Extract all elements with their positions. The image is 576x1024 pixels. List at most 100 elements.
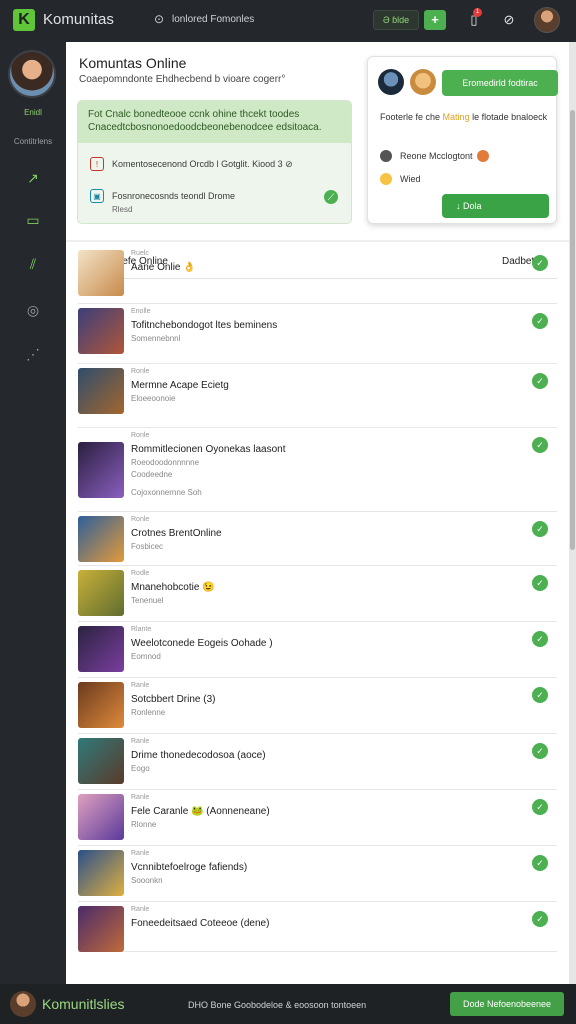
folder-icon: ▣: [90, 189, 104, 203]
game-row[interactable]: Ranle Fele Caranle 🐸 (Aonneneane) Rlonne ✓: [78, 790, 557, 846]
link-icon[interactable]: ⟋: [324, 190, 338, 204]
game-meta: Eloeeoonoie: [131, 394, 176, 403]
sidebar: Enidl Contitrlens ↗ ▭ ⫽ ◎ ⋰: [0, 42, 66, 984]
footer-avatar[interactable]: [10, 991, 36, 1017]
game-thumbnail[interactable]: [78, 850, 124, 896]
game-meta: Somennebnnl: [131, 334, 181, 343]
game-title[interactable]: Tofitnchebondogot ltes beminens: [131, 320, 277, 331]
friend-avatar[interactable]: [378, 69, 404, 95]
game-thumbnail[interactable]: [78, 308, 124, 354]
info-card: Fot Cnalc bonedteooe ccnk ohine thcekt t…: [77, 100, 352, 224]
game-meta: Sooonkn: [131, 876, 163, 885]
game-thumbnail[interactable]: [78, 570, 124, 616]
people-icon[interactable]: ⫽: [18, 254, 48, 274]
online-check-icon[interactable]: ✓: [532, 743, 548, 759]
game-row[interactable]: Enolle Tofitnchebondogot ltes beminens Som…: [78, 304, 557, 364]
game-title[interactable]: Drime thonedecodosoa (aoce): [131, 750, 266, 761]
online-check-icon[interactable]: ✓: [532, 799, 548, 815]
online-check-icon[interactable]: ✓: [532, 911, 548, 927]
game-title[interactable]: Foneedeitsaed Coteeoe (dene): [131, 918, 269, 929]
notification-badge: 1: [473, 8, 482, 17]
game-title[interactable]: Crotnes BrentOnline: [131, 528, 222, 539]
scrollbar-thumb[interactable]: [570, 110, 575, 550]
game-title[interactable]: Weelotconede Eogeis Oohade ): [131, 638, 273, 649]
game-row[interactable]: Ronle Mermne Acape Ecietg Eloeeoonoie ✓: [78, 364, 557, 428]
game-row[interactable]: Ranle Sotcbbert Drine (3) Ronlenne ✓: [78, 678, 557, 734]
user-avatar[interactable]: [534, 7, 560, 33]
main-content: Komuntas Online Coaepomndonte Ehdhecbend…: [66, 42, 569, 984]
game-title[interactable]: Fele Caranle 🐸 (Aonneneane): [131, 806, 270, 817]
friend-card-text: Footerle fe che Mating le flotade bnaloe…: [380, 112, 548, 122]
app-logo[interactable]: K: [13, 9, 35, 31]
game-tag: Rodle: [131, 570, 150, 577]
game-thumbnail[interactable]: [78, 794, 124, 840]
game-title[interactable]: Sotcbbert Drine (3): [131, 694, 215, 705]
game-row[interactable]: Ruelc Aane Onlie 👌 ✓: [78, 246, 557, 304]
game-row[interactable]: Ranle Drime thonedecodosoa (aoce) Eogo ✓: [78, 734, 557, 790]
join-button[interactable]: ↓ Dola: [442, 194, 549, 218]
info-row[interactable]: ▣ Fosnronecosnds teondl Drome: [90, 187, 235, 205]
online-check-icon[interactable]: ✓: [532, 687, 548, 703]
more-icon[interactable]: ⋰: [18, 344, 48, 364]
game-thumbnail[interactable]: [78, 516, 124, 562]
game-title[interactable]: Aane Onlie 👌: [131, 262, 196, 273]
friend-row[interactable]: Wied: [380, 173, 421, 185]
game-title[interactable]: Vcnnibtefoelroge fafiends): [131, 862, 247, 873]
online-check-icon[interactable]: ✓: [532, 255, 548, 271]
game-meta: Coodeedne: [131, 470, 173, 479]
friend-avatar[interactable]: [410, 69, 436, 95]
online-check-icon[interactable]: ✓: [532, 521, 548, 537]
game-row[interactable]: Rodle Mnanehobcotie 😉 Tenenuel ✓: [78, 566, 557, 622]
brand-title: Komunitas: [43, 11, 114, 28]
game-tag: Ranle: [131, 794, 150, 801]
game-thumbnail[interactable]: [78, 368, 124, 414]
game-thumbnail[interactable]: [78, 442, 124, 498]
game-row[interactable]: Ranle Vcnnibtefoelroge fafiends) Sooonkn ✓: [78, 846, 557, 902]
game-thumbnail[interactable]: [78, 738, 124, 784]
game-tag: Ranle: [131, 738, 150, 745]
game-title[interactable]: Mnanehobcotie 😉: [131, 582, 215, 593]
filter-button[interactable]: Ə ɓlde: [373, 10, 419, 30]
breadcrumb[interactable]: lonlored Fomonles: [172, 14, 254, 25]
game-meta: Cojoxonnernne Soh: [131, 488, 202, 497]
chat-icon[interactable]: ▭: [18, 210, 48, 230]
online-check-icon[interactable]: ✓: [532, 575, 548, 591]
game-meta: Fosbicec: [131, 542, 164, 551]
online-check-icon[interactable]: ✓: [532, 373, 548, 389]
online-check-icon[interactable]: ✓: [532, 313, 548, 329]
game-meta: Tenenuel: [131, 596, 164, 605]
game-row[interactable]: Ronle Rommitlecionen Oyonekas laasont Roeo…: [78, 428, 557, 512]
info-row-text: Fosnronecosnds teondl Drome: [112, 191, 236, 201]
online-check-icon[interactable]: ✓: [532, 437, 548, 453]
game-title[interactable]: Rommitlecionen Oyonekas laasont: [131, 444, 286, 455]
online-check-icon[interactable]: ✓: [532, 631, 548, 647]
profile-avatar[interactable]: [8, 50, 56, 98]
add-friend-button[interactable]: Eromedirld fodtirac: [442, 70, 558, 96]
game-meta: Ronlenne: [131, 708, 166, 717]
game-thumbnail[interactable]: [78, 682, 124, 728]
page-subtitle: Coaepomndonte Ehdhecbend b vioare cogerr…: [79, 74, 286, 85]
game-thumbnail[interactable]: [78, 906, 124, 952]
community-icon: ⊙: [153, 12, 165, 26]
info-row-text: Komentosecenond Orcdb l Gotglit. Kiood 3…: [112, 158, 293, 169]
game-tag: Ruelc: [131, 250, 149, 257]
add-button[interactable]: +: [424, 10, 446, 30]
top-bar: K Komunitas ⊙ lonlored Fomonles Ə ɓlde +…: [0, 0, 576, 42]
trend-icon[interactable]: ↗: [18, 168, 48, 188]
online-check-icon[interactable]: ✓: [532, 855, 548, 871]
game-meta: Roeodoodonnnnne: [131, 458, 200, 467]
game-meta: Rlonne: [131, 820, 157, 829]
game-row[interactable]: Ranle Foneedeitsaed Coteeoe (dene) ✓: [78, 902, 557, 952]
game-row[interactable]: Ronle Crotnes BrentOnline Fosbicec ✓: [78, 512, 557, 566]
settings-icon[interactable]: ◎: [18, 300, 48, 320]
game-thumbnail[interactable]: [78, 626, 124, 672]
settings-icon[interactable]: ⊘: [500, 11, 518, 29]
friend-row[interactable]: Reone Mcclogtont: [380, 150, 497, 162]
friend-dot-icon: [380, 150, 392, 162]
game-meta: Eomnod: [131, 652, 161, 661]
footer-action-button[interactable]: Dode Nefoenobeenee: [450, 992, 564, 1016]
game-row[interactable]: Rlante Weelotconede Eogeis Oohade ) Eomnod…: [78, 622, 557, 678]
game-thumbnail[interactable]: [78, 250, 124, 296]
info-row[interactable]: ! Komentosecenond Orcdb l Gotglit. Kiood…: [90, 155, 293, 173]
game-title[interactable]: Mermne Acape Ecietg: [131, 380, 229, 391]
